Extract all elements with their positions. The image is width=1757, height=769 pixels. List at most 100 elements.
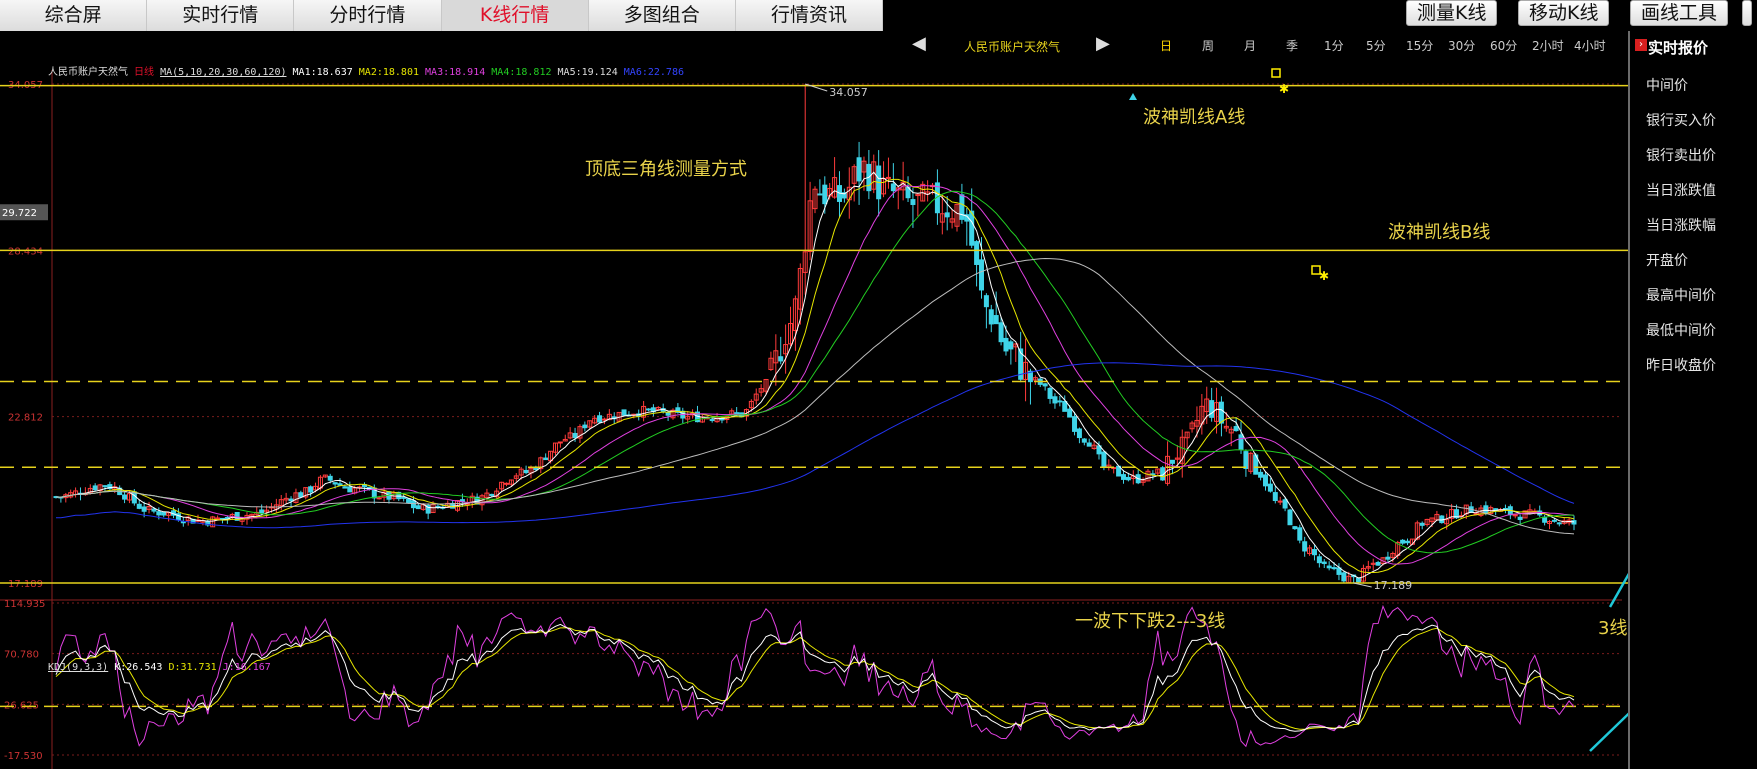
candle-body [1047,387,1053,399]
legend-period: 日线 [134,67,155,78]
annotation-wave-down: 一波下下跌2---3线 [1075,611,1226,632]
candle-body [1277,500,1283,503]
candle-body [1238,434,1244,450]
candle-body [131,491,137,504]
period-4hour[interactable]: 4小时 [1574,37,1606,54]
candle-body [1076,428,1082,439]
tab-multi-chart[interactable]: 多图组合 [588,0,736,31]
candle-body [1512,514,1518,517]
candle-body [1287,509,1293,526]
candle-body [557,441,563,444]
next-arrow-icon[interactable]: ▶ [1096,33,1110,54]
cursor-price-label: 29.722 [2,208,37,219]
quote-change-percent[interactable]: 当日涨跌幅 [1646,215,1716,235]
tab-overview[interactable]: 综合屏 [0,0,148,31]
candle-body [1052,396,1058,404]
kdj-j: J:16.167 [222,662,271,673]
move-kline-button[interactable]: 移动K线 [1518,0,1610,26]
candle-body [621,409,627,416]
period-5min[interactable]: 5分 [1366,37,1386,54]
prev-arrow-icon[interactable]: ◀ [912,33,926,54]
period-1min[interactable]: 1分 [1324,37,1344,54]
candle-body [856,157,862,182]
high-label: 34.057 [829,86,868,99]
period-15min[interactable]: 15分 [1406,37,1433,54]
candle-body [1258,471,1264,478]
candle-body [1282,499,1288,509]
candle-body [156,511,162,516]
candle-body [1042,383,1048,387]
quote-bank-buy[interactable]: 银行买入价 [1646,110,1716,130]
period-week[interactable]: 周 [1202,37,1214,54]
candle-body [1356,577,1362,583]
kdj-tick-label: 70.780 [4,650,39,661]
candle-body [504,482,510,485]
legend-name: 人民币账户天然气 [48,67,128,78]
candle-body [1542,516,1548,523]
instrument-name[interactable]: 人民币账户天然气 [964,38,1060,55]
tab-news[interactable]: 行情资讯 [735,0,884,31]
candle-body [376,497,382,500]
candle-body [406,498,412,504]
candle-body [1067,408,1073,418]
quote-high-mid[interactable]: 最高中间价 [1646,285,1716,305]
candle-body [998,322,1004,343]
candle-body [327,475,333,481]
drawing-tools-button[interactable]: 画线工具 [1630,0,1729,26]
candle-body [1341,572,1347,582]
candle-body [1405,540,1411,544]
tab-kline[interactable]: K线行情 [441,0,589,31]
low-label: 17.189 [1374,579,1413,592]
quote-change-value[interactable]: 当日涨跌值 [1646,180,1716,200]
candle-body [1375,561,1381,566]
candle-body [308,486,314,493]
period-2hour[interactable]: 2小时 [1532,37,1564,54]
candle-body [1321,561,1327,565]
quote-low-mid[interactable]: 最低中间价 [1646,320,1716,340]
period-month[interactable]: 月 [1244,37,1256,54]
candle-body [1551,519,1557,522]
period-60min[interactable]: 60分 [1490,37,1517,54]
annotation-line-a: 波神凯线A线 [1143,107,1246,128]
annotation-line-b: 波神凯线B线 [1388,222,1491,243]
candle-body [665,412,671,416]
candle-body [1311,549,1317,556]
candle-body [1517,516,1523,521]
candle-body [1125,476,1131,481]
candle-body [533,467,539,471]
candle-body [332,482,338,485]
period-quarter[interactable]: 季 [1286,37,1298,54]
star-b-icon: ✱ [1319,269,1329,283]
kdj-name[interactable]: KDJ(9,3,3) [48,662,108,673]
period-30min[interactable]: 30分 [1448,37,1475,54]
ma-legend: 人民币账户天然气 日线 MA(5,10,20,30,60,120) MA1:18… [48,63,684,78]
candle-body [1331,567,1337,570]
candle-body [543,457,549,461]
candle-body [1120,474,1126,480]
candle-body [141,506,147,512]
candle-body [1243,451,1249,469]
tab-intraday[interactable]: 分时行情 [294,0,442,31]
quote-prev-close[interactable]: 昨日收盘价 [1646,355,1716,375]
quote-bank-sell[interactable]: 银行卖出价 [1646,145,1716,165]
candle-body [136,503,142,509]
candle-body [1101,451,1107,467]
candle-body [709,419,715,422]
candle-body [778,356,784,362]
candle-body [817,193,823,196]
quote-open-price[interactable]: 开盘价 [1646,250,1688,270]
legend-ma1: MA1:18.637 [292,67,353,78]
candle-body [1267,483,1273,492]
more-tools-button[interactable] [1742,0,1752,26]
top-bar: 综合屏 实时行情 分时行情 K线行情 多图组合 行情资讯 测量K线 移动K线 画… [0,0,1757,31]
period-day[interactable]: 日 [1160,37,1172,54]
candle-body [822,184,828,205]
candle-body [1008,341,1014,350]
legend-ma-params[interactable]: MA(5,10,20,30,60,120) [160,67,286,78]
collapse-icon[interactable]: › [1635,39,1647,51]
measure-kline-button[interactable]: 测量K线 [1406,0,1498,26]
candle-body [1292,526,1298,530]
candle-body [161,512,167,516]
tab-realtime[interactable]: 实时行情 [147,0,295,31]
quote-mid-price[interactable]: 中间价 [1646,75,1688,95]
